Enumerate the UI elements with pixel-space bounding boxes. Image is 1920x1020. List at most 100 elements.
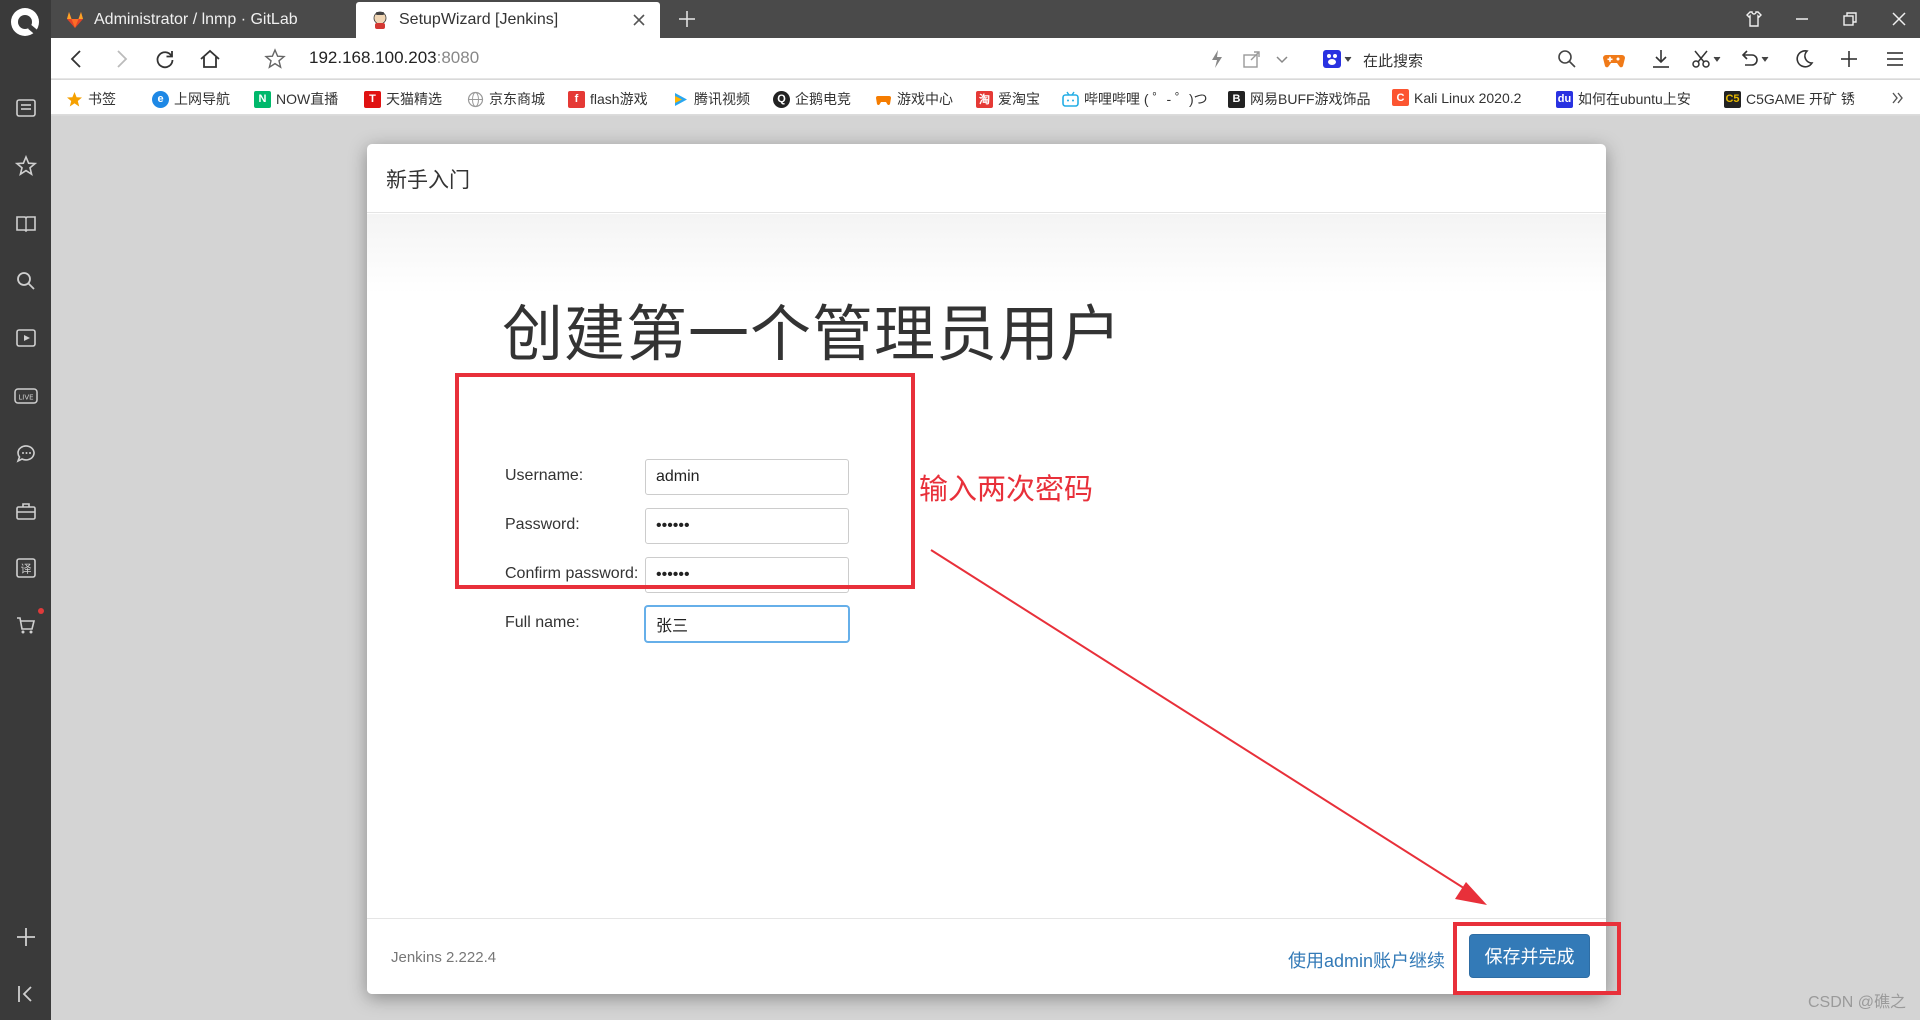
sidebar-news-icon[interactable] bbox=[12, 94, 39, 121]
add-icon[interactable] bbox=[1838, 48, 1860, 70]
minimize-icon[interactable] bbox=[1792, 9, 1812, 29]
url-port: :8080 bbox=[436, 48, 480, 67]
sidebar-video-icon[interactable] bbox=[12, 324, 39, 351]
restore-icon[interactable] bbox=[1840, 9, 1860, 29]
bilibili-icon bbox=[1062, 91, 1079, 107]
search-input[interactable]: 在此搜索 bbox=[1363, 50, 1423, 71]
reload-icon[interactable] bbox=[154, 48, 176, 70]
more-bookmarks-icon[interactable] bbox=[1890, 90, 1906, 106]
back-icon[interactable] bbox=[66, 48, 88, 70]
bookmark-item[interactable]: 腾讯视频 bbox=[672, 89, 750, 109]
bookmark-label: NOW直播 bbox=[276, 91, 339, 107]
url-host: 192.168.100.203 bbox=[309, 48, 437, 67]
night-mode-icon[interactable] bbox=[1793, 48, 1815, 70]
sidebar-translate-icon[interactable]: 译 bbox=[12, 554, 39, 581]
sidebar-favorites-icon[interactable] bbox=[12, 152, 39, 179]
bookmark-item[interactable]: Q 企鹅电竞 bbox=[773, 89, 851, 109]
bookmark-label: C5GAME 开矿 锈 bbox=[1746, 91, 1855, 107]
chevron-down-icon[interactable] bbox=[1274, 48, 1290, 70]
download-icon[interactable] bbox=[1650, 48, 1672, 70]
jenkins-icon bbox=[373, 11, 387, 29]
bookmark-label: 京东商城 bbox=[489, 91, 545, 107]
bookmark-item[interactable]: 书签 bbox=[66, 89, 116, 109]
continue-as-admin-link[interactable]: 使用admin账户继续 bbox=[1288, 947, 1445, 973]
notification-dot bbox=[38, 608, 44, 614]
bookmark-item[interactable]: f flash游戏 bbox=[568, 89, 648, 109]
bookmark-item[interactable]: B 网易BUFF游戏饰品 bbox=[1228, 89, 1371, 109]
sidebar-live-icon[interactable]: LIVE bbox=[12, 382, 39, 409]
sidebar-collapse-icon[interactable] bbox=[12, 980, 39, 1007]
globe-icon bbox=[467, 91, 484, 107]
baidu-search-engine-icon[interactable] bbox=[1322, 48, 1356, 70]
c5-icon: C5 bbox=[1724, 90, 1741, 108]
close-tab-icon[interactable] bbox=[630, 11, 648, 29]
bookmark-item[interactable]: C Kali Linux 2020.2 bbox=[1392, 89, 1521, 106]
sidebar-chat-icon[interactable] bbox=[12, 439, 39, 466]
bookmark-item[interactable]: 京东商城 bbox=[467, 89, 545, 109]
video-icon bbox=[675, 92, 687, 106]
tab-jenkins-setup[interactable]: SetupWizard [Jenkins] bbox=[356, 2, 660, 38]
tab-gitlab[interactable]: Administrator / lnmp · GitLab bbox=[51, 2, 355, 38]
url-text[interactable]: 192.168.100.203:8080 bbox=[309, 48, 479, 68]
svg-text:译: 译 bbox=[20, 562, 31, 575]
bookmark-label: 企鹅电竞 bbox=[795, 91, 851, 107]
gitlab-icon bbox=[67, 12, 83, 28]
new-tab-icon[interactable] bbox=[676, 8, 698, 30]
bookmark-item[interactable]: du 如何在ubuntu上安 bbox=[1556, 89, 1691, 109]
bookmark-label: 腾讯视频 bbox=[694, 91, 750, 107]
bookmark-label: flash游戏 bbox=[590, 91, 648, 107]
close-window-icon[interactable] bbox=[1889, 9, 1909, 29]
svg-text:LIVE: LIVE bbox=[18, 393, 33, 401]
forward-icon[interactable] bbox=[110, 48, 132, 70]
share-icon[interactable] bbox=[1241, 48, 1263, 70]
skin-icon[interactable] bbox=[1744, 9, 1764, 29]
bookmark-item[interactable]: 淘 爱淘宝 bbox=[976, 89, 1040, 109]
now-icon: N bbox=[254, 90, 271, 108]
bookmark-label: 上网导航 bbox=[174, 91, 230, 107]
home-icon[interactable] bbox=[199, 48, 221, 70]
bookmark-item[interactable]: 哔哩哔哩 ( ゜- ゜)つ bbox=[1062, 89, 1208, 109]
bookmark-label: 网易BUFF游戏饰品 bbox=[1250, 91, 1371, 107]
sidebar-cart-icon[interactable] bbox=[12, 611, 39, 638]
game-controller-icon[interactable] bbox=[1602, 48, 1626, 70]
search-icon[interactable] bbox=[1556, 48, 1578, 70]
annotation-note: 输入两次密码 bbox=[919, 472, 1094, 506]
flash-icon: f bbox=[568, 90, 585, 108]
bookmark-label: 游戏中心 bbox=[897, 91, 953, 107]
sidebar-search-icon[interactable] bbox=[12, 267, 39, 294]
fullname-input[interactable] bbox=[645, 606, 849, 642]
address-bar-row: 192.168.100.203:8080 在此搜索 bbox=[51, 38, 1920, 79]
sidebar-briefcase-icon[interactable] bbox=[12, 497, 39, 524]
browser-logo-icon[interactable] bbox=[9, 6, 42, 39]
tab-label: Administrator / lnmp · GitLab bbox=[94, 11, 298, 28]
tab-strip: Administrator / lnmp · GitLab SetupWizar… bbox=[51, 0, 1920, 38]
screenshot-scissors-icon[interactable] bbox=[1691, 48, 1723, 70]
sidebar-add-icon[interactable] bbox=[12, 923, 39, 950]
sidebar-reader-icon[interactable] bbox=[12, 209, 39, 236]
tmall-icon: T bbox=[364, 90, 381, 108]
dialog-footer: Jenkins 2.222.4 使用admin账户继续 保存并完成 bbox=[367, 918, 1606, 994]
bookmark-star-icon[interactable] bbox=[264, 48, 286, 70]
bookmark-item[interactable]: 游戏中心 bbox=[875, 89, 953, 109]
annotation-form-box bbox=[455, 373, 915, 589]
dialog-header: 新手入门 bbox=[367, 144, 1606, 213]
bookmark-label: 如何在ubuntu上安 bbox=[1578, 91, 1691, 107]
buff-icon: B bbox=[1228, 90, 1245, 108]
fullname-label: Full name: bbox=[505, 614, 580, 631]
ie-icon: e bbox=[152, 90, 169, 108]
bookmark-label: 爱淘宝 bbox=[998, 91, 1040, 107]
bookmark-item[interactable]: C5 C5GAME 开矿 锈 bbox=[1724, 89, 1855, 109]
csdn-icon: C bbox=[1392, 89, 1409, 106]
annotation-button-box bbox=[1453, 922, 1621, 995]
bookmark-item[interactable]: T 天猫精选 bbox=[364, 89, 442, 109]
penguin-icon: Q bbox=[773, 90, 790, 108]
flash-icon[interactable] bbox=[1208, 48, 1226, 70]
taobao-icon: 淘 bbox=[976, 90, 993, 108]
bookmark-label: 书签 bbox=[88, 91, 116, 107]
menu-icon[interactable] bbox=[1884, 48, 1906, 70]
undo-close-icon[interactable] bbox=[1739, 48, 1771, 70]
bookmark-item[interactable]: N NOW直播 bbox=[254, 89, 338, 109]
bookmark-item[interactable]: e 上网导航 bbox=[152, 89, 230, 109]
star-icon bbox=[67, 91, 82, 106]
bookmarks-bar: 书签 e 上网导航 N NOW直播 T 天猫精选 京东商城 f flash游戏 … bbox=[51, 80, 1920, 115]
